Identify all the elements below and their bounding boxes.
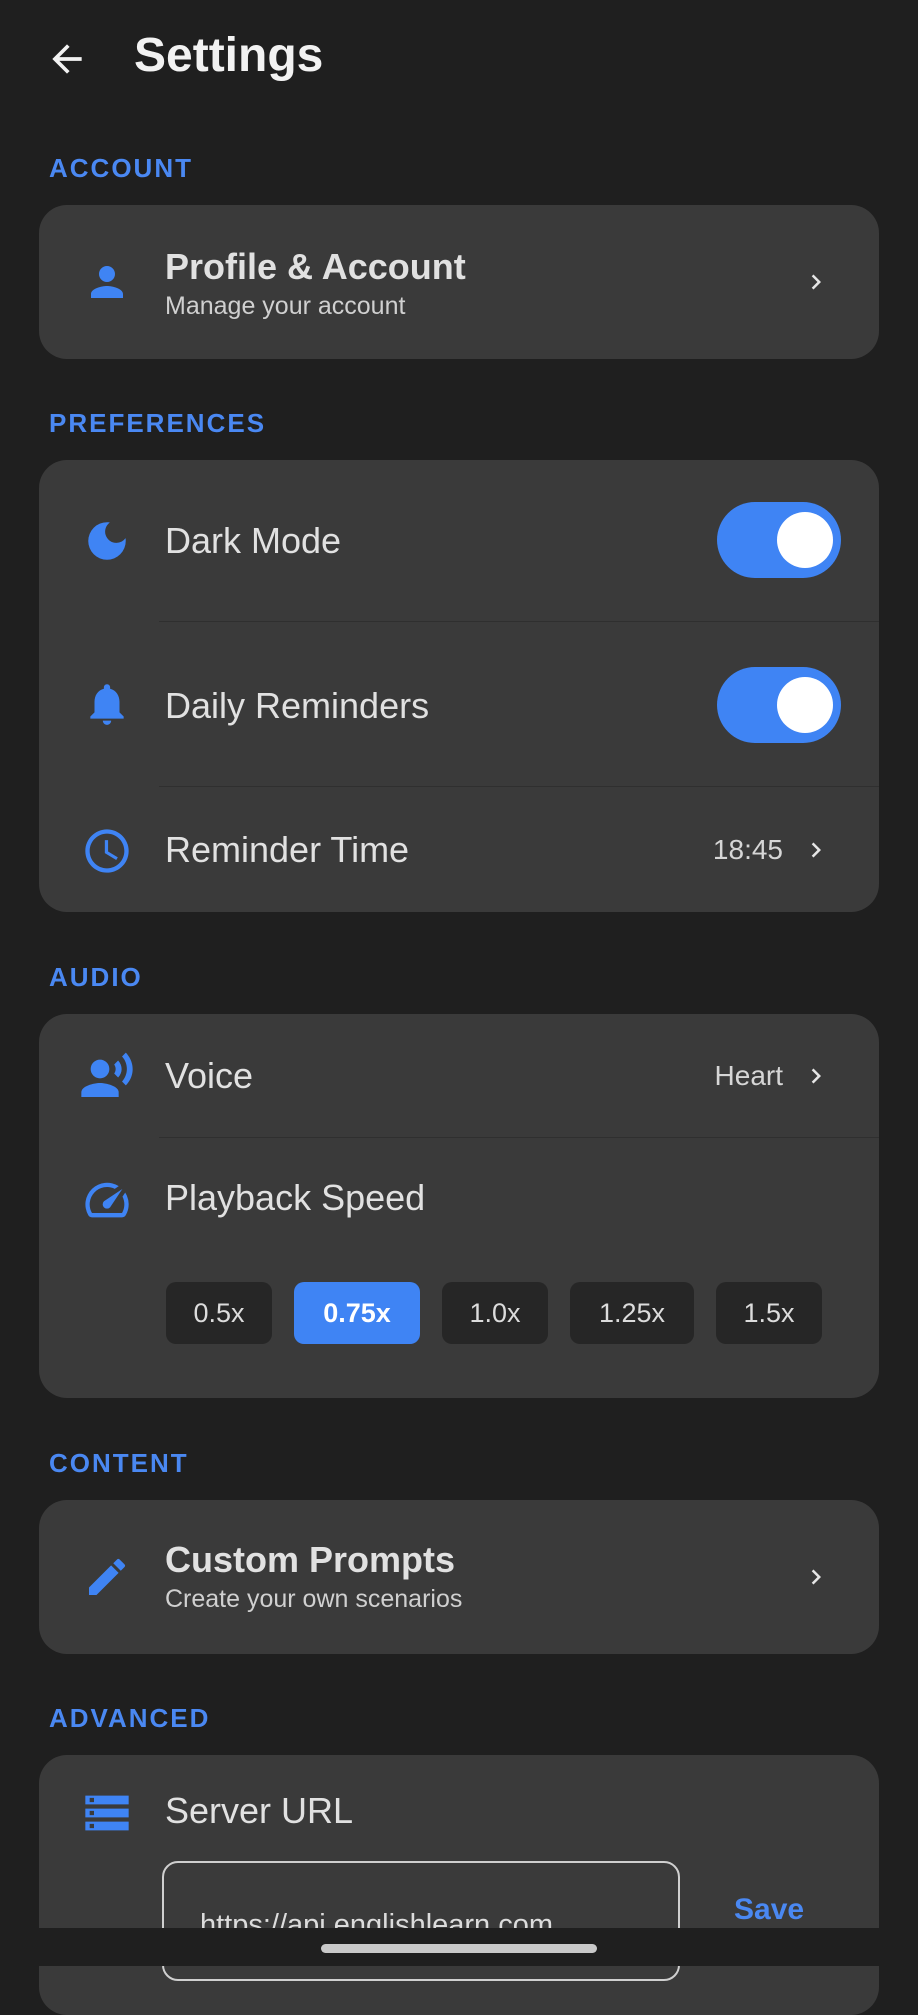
chevron-right-icon (801, 1557, 831, 1597)
section-label-audio: AUDIO (49, 962, 143, 992)
toggle-knob (777, 677, 833, 733)
reminder-time-label: Reminder Time (165, 829, 410, 870)
profile-account-title: Profile & Account (165, 246, 466, 287)
chevron-right-icon (801, 1056, 831, 1096)
toggle-knob (777, 512, 833, 568)
profile-account-subtitle: Manage your account (165, 292, 406, 320)
chevron-right-icon (801, 262, 831, 302)
custom-prompts-subtitle: Create your own scenarios (165, 1585, 463, 1613)
advanced-card: Server URL https://api.englishlearn.com … (39, 1755, 879, 2015)
reminder-time-row[interactable]: Reminder Time 18:45 (39, 787, 879, 912)
home-indicator[interactable] (321, 1944, 597, 1953)
audio-card: Voice Heart Playback Speed 0.5x 0.75x 1.… (39, 1014, 879, 1398)
daily-reminders-row[interactable]: Daily Reminders (39, 622, 879, 786)
dark-mode-row[interactable]: Dark Mode (39, 460, 879, 622)
dark-mode-label: Dark Mode (165, 520, 342, 561)
pencil-icon (79, 1549, 135, 1605)
custom-prompts-row[interactable]: Custom Prompts Create your own scenarios (39, 1500, 879, 1654)
server-icon (79, 1785, 135, 1841)
dark-mode-toggle[interactable] (717, 502, 841, 578)
bell-icon (79, 676, 135, 732)
chevron-right-icon (801, 830, 831, 870)
speedometer-icon (79, 1172, 135, 1228)
moon-icon (79, 513, 135, 569)
daily-reminders-toggle[interactable] (717, 667, 841, 743)
section-label-preferences: PREFERENCES (49, 408, 267, 438)
speed-option-0.75x[interactable]: 0.75x (294, 1282, 420, 1344)
server-url-label: Server URL (165, 1790, 354, 1831)
back-button[interactable] (40, 32, 94, 86)
clock-icon (79, 823, 135, 879)
section-label-advanced: ADVANCED (49, 1703, 211, 1733)
section-label-content: CONTENT (49, 1448, 189, 1478)
voice-icon (79, 1048, 135, 1104)
profile-account-row[interactable]: Profile & Account Manage your account (39, 205, 879, 359)
top-app-bar: Settings (0, 0, 918, 115)
speed-option-1.25x[interactable]: 1.25x (570, 1282, 694, 1344)
section-label-account: ACCOUNT (49, 153, 193, 183)
voice-value: Heart (714, 1060, 783, 1091)
person-icon (79, 254, 135, 310)
preferences-card: Dark Mode Daily Reminders Reminder Time … (39, 460, 879, 912)
arrow-left-icon (52, 44, 82, 74)
custom-prompts-title: Custom Prompts (165, 1539, 456, 1580)
server-url-row: Server URL https://api.englishlearn.com … (39, 1755, 879, 2015)
save-button[interactable]: Save (734, 1893, 804, 1927)
reminder-time-value: 18:45 (712, 834, 783, 865)
content-card: Custom Prompts Create your own scenarios (39, 1500, 879, 1654)
speed-option-0.5x[interactable]: 0.5x (166, 1282, 272, 1344)
account-card: Profile & Account Manage your account (39, 205, 879, 359)
speed-options: 0.5x 0.75x 1.0x 1.25x 1.5x (166, 1282, 822, 1344)
playback-speed-label: Playback Speed (165, 1177, 426, 1218)
voice-label: Voice (165, 1055, 254, 1096)
page-title: Settings (134, 29, 324, 82)
playback-speed-row: Playback Speed 0.5x 0.75x 1.0x 1.25x 1.5… (39, 1138, 879, 1398)
voice-row[interactable]: Voice Heart (39, 1014, 879, 1138)
speed-option-1.5x[interactable]: 1.5x (716, 1282, 822, 1344)
daily-reminders-label: Daily Reminders (165, 685, 430, 726)
speed-option-1.0x[interactable]: 1.0x (442, 1282, 548, 1344)
